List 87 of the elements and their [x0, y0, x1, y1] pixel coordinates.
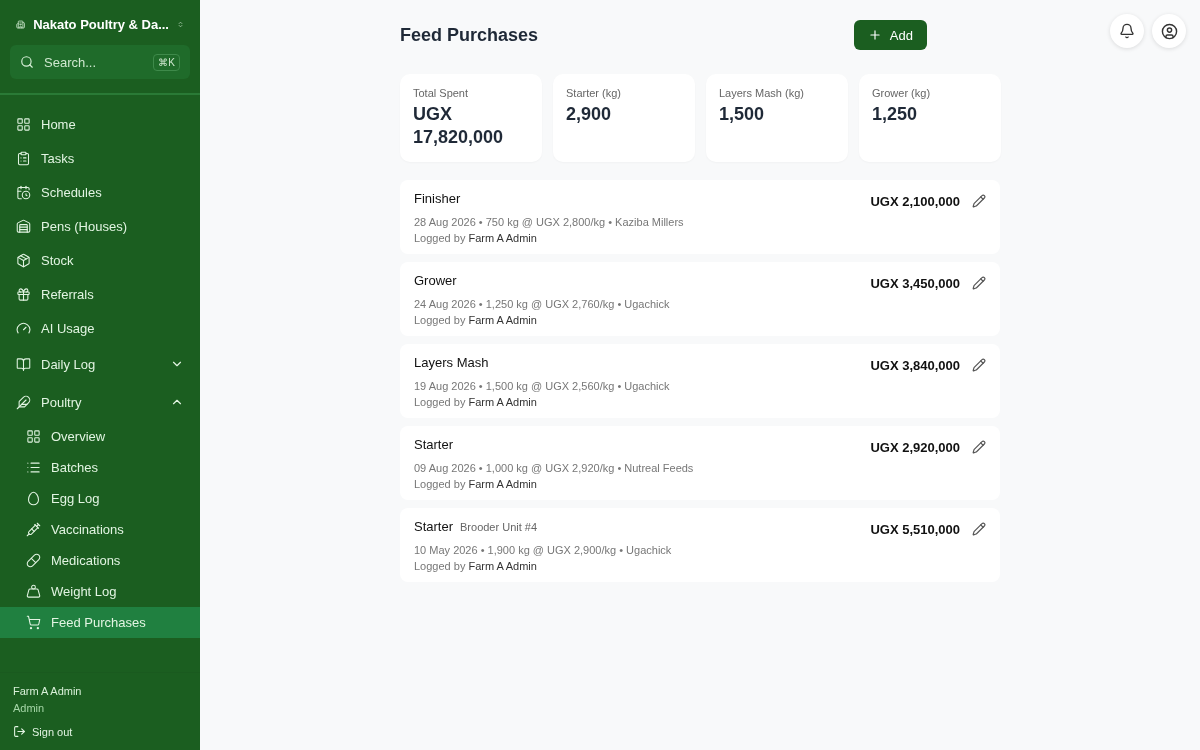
cart-icon — [26, 615, 41, 630]
add-button[interactable]: Add — [853, 20, 927, 50]
stat-value: UGX 17,820,000 — [413, 103, 505, 149]
purchase-details: 10 May 2026 • 1,900 kg @ UGX 2,900/kg • Ugachick — [414, 544, 672, 556]
plus-icon — [867, 28, 882, 42]
box-icon — [16, 252, 31, 268]
nav-subitem[interactable]: Medications — [0, 545, 200, 576]
edit-button[interactable] — [972, 194, 986, 208]
purchase-details: 09 Aug 2026 • 1,000 kg @ UGX 2,920/kg • Nutreal Feeds — [414, 462, 694, 474]
bell-icon — [1119, 23, 1135, 39]
purchase-total: UGX 3,840,000 — [870, 358, 960, 373]
pencil-icon — [972, 276, 986, 290]
feed-name: Finisher — [414, 191, 461, 206]
nav-subitem[interactable]: Vaccinations — [0, 514, 200, 545]
edit-button[interactable] — [972, 440, 986, 454]
stat-label: Layers Mash (kg) — [719, 87, 805, 99]
page-title: Feed Purchases — [400, 24, 539, 46]
list-icon — [26, 460, 41, 475]
nav-item[interactable]: Tasks — [0, 141, 200, 175]
purchase-total: UGX 5,510,000 — [870, 522, 960, 537]
pencil-icon — [972, 194, 986, 208]
feather-icon — [16, 394, 31, 410]
purchase-total: UGX 3,450,000 — [870, 276, 960, 291]
user-role: Admin — [13, 702, 46, 714]
stat-value: 1,250 — [872, 103, 919, 126]
purchase-details: 19 Aug 2026 • 1,500 kg @ UGX 2,560/kg • Ugachick — [414, 380, 670, 392]
batch-name: Brooder Unit #4 — [460, 521, 538, 533]
logged-by: Logged by Farm A Admin — [414, 396, 538, 408]
edit-button[interactable] — [972, 276, 986, 290]
user-name: Farm A Admin — [13, 685, 83, 697]
purchase-total: UGX 2,920,000 — [870, 440, 960, 455]
nav-subitem[interactable]: Feed Purchases — [0, 607, 200, 638]
sign-out-link[interactable]: Sign out — [13, 725, 187, 738]
feed-name: Layers Mash — [414, 355, 489, 370]
search-bar[interactable]: Search... ⌘K — [10, 45, 190, 79]
nav-subitem[interactable]: Egg Log — [0, 483, 200, 514]
stat-label: Total Spent — [413, 87, 470, 99]
clipboard-icon — [16, 150, 31, 166]
purchase-details: 28 Aug 2026 • 750 kg @ UGX 2,800/kg • Kaziba Millers — [414, 216, 684, 228]
edit-button[interactable] — [972, 522, 986, 536]
nav-subitem[interactable]: Batches — [0, 452, 200, 483]
pill-icon — [26, 553, 41, 568]
nav-subitem[interactable]: Weight Log — [0, 576, 200, 607]
feed-name: Grower — [414, 273, 457, 288]
shortcut-badge: ⌘K — [153, 53, 180, 71]
weight-icon — [26, 584, 41, 599]
syringe-icon — [26, 522, 41, 537]
book-icon — [16, 356, 31, 372]
logged-by: Logged by Farm A Admin — [414, 314, 538, 326]
nav-item[interactable]: Stock — [0, 243, 200, 277]
feed-name: Starter — [414, 437, 453, 452]
feed-name: Starter — [414, 519, 453, 534]
stat-label: Starter (kg) — [566, 87, 622, 99]
user-icon — [1160, 22, 1178, 40]
nav-item[interactable]: AI Usage — [0, 311, 200, 345]
search-field[interactable]: Search... — [42, 53, 146, 71]
gift-icon — [16, 286, 31, 302]
purchase-details: 24 Aug 2026 • 1,250 kg @ UGX 2,760/kg • Ugachick — [414, 298, 670, 310]
search-icon — [20, 55, 34, 69]
logged-by: Logged by Farm A Admin — [414, 478, 538, 490]
grid-icon — [16, 116, 31, 132]
purchase-total: UGX 2,100,000 — [870, 194, 960, 209]
grid-icon — [26, 429, 41, 444]
nav-item[interactable]: Home — [0, 107, 200, 141]
stat-value: 2,900 — [566, 103, 613, 126]
nav-item[interactable]: Referrals — [0, 277, 200, 311]
organization-name: Nakato Poultry & Da... — [33, 17, 169, 32]
nav-item[interactable]: Schedules — [0, 175, 200, 209]
nav-item[interactable]: Daily Log — [0, 345, 200, 383]
warehouse-icon — [16, 218, 31, 234]
pencil-icon — [972, 440, 986, 454]
pencil-icon — [972, 358, 986, 372]
nav-item[interactable]: Pens (Houses) — [0, 209, 200, 243]
egg-icon — [26, 491, 41, 506]
logged-by: Logged by Farm A Admin — [414, 232, 538, 244]
nav-item[interactable]: Poultry — [0, 383, 200, 421]
logged-by: Logged by Farm A Admin — [414, 560, 538, 572]
nav-subitem[interactable]: Overview — [0, 421, 200, 452]
stat-value: 1,500 — [719, 103, 766, 126]
stat-label: Grower (kg) — [872, 87, 932, 99]
calendar-icon — [16, 184, 31, 200]
edit-button[interactable] — [972, 358, 986, 372]
pencil-icon — [972, 522, 986, 536]
logout-icon — [13, 725, 26, 738]
gauge-icon — [16, 320, 31, 336]
profile-button[interactable] — [1152, 14, 1186, 48]
notifications-button[interactable] — [1110, 14, 1144, 48]
